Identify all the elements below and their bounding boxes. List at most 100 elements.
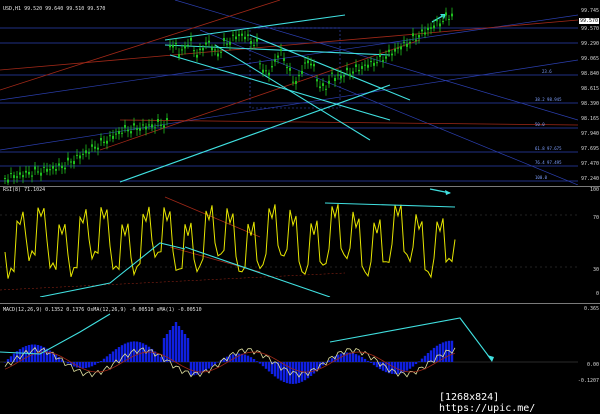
candle-body xyxy=(172,45,174,48)
candle-body xyxy=(397,47,399,49)
candle-body xyxy=(193,50,195,52)
macd-histogram-bar xyxy=(360,357,364,362)
candle-body xyxy=(367,64,369,68)
candle-body xyxy=(418,35,420,38)
macd-histogram-bar xyxy=(93,362,97,365)
rsi-axis: 100 70 30 0 xyxy=(578,187,600,297)
candle-body xyxy=(262,69,264,73)
macd-histogram-bar xyxy=(9,356,13,362)
candle-body xyxy=(157,119,159,122)
rsi-chart xyxy=(0,188,578,297)
candle-body xyxy=(31,175,33,177)
candle-body xyxy=(184,45,186,49)
macd-histogram-bar xyxy=(390,362,394,374)
chart-window: USD,H1 99.520 99.640 99.510 99.570 23.6 3… xyxy=(0,0,600,414)
candle-body xyxy=(229,41,231,45)
macd-histogram-bar xyxy=(414,362,418,365)
macd-panel[interactable]: MACD(12,26,9) 0.1352 0.1376 OsMA(12,26,9… xyxy=(0,304,578,386)
candle-body xyxy=(400,46,402,50)
candle-body xyxy=(361,66,363,69)
candle-body xyxy=(424,32,426,35)
candle-body xyxy=(415,39,417,41)
candle-body xyxy=(43,166,45,168)
macd-histogram-bar xyxy=(423,355,427,362)
axis-tick-label: 98.165 xyxy=(580,116,599,122)
macd-histogram-bar xyxy=(108,353,112,362)
candle-body xyxy=(13,175,15,178)
candle-body xyxy=(355,64,357,67)
macd-histogram-bar xyxy=(63,361,67,362)
macd-histogram-bar xyxy=(210,362,214,367)
candle-body xyxy=(430,27,432,29)
candle-body xyxy=(166,118,168,121)
candle-body xyxy=(451,13,453,17)
candle-body xyxy=(310,63,312,66)
axis-tick-label: 98.390 xyxy=(580,101,599,107)
candle-body xyxy=(445,12,447,16)
macd-histogram-bar xyxy=(366,360,370,362)
candle-body xyxy=(4,178,6,179)
rsi-panel[interactable]: RSI(8) 71.1024 xyxy=(0,187,578,297)
candle-body xyxy=(121,132,123,134)
axis-tick-label: 70 xyxy=(592,215,599,221)
price-panel[interactable]: USD,H1 99.520 99.640 99.510 99.570 23.6 3… xyxy=(0,0,578,185)
rsi-divergence-line xyxy=(324,202,456,208)
candle-body xyxy=(439,23,441,27)
macd-histogram-bar xyxy=(90,362,94,367)
candle-body xyxy=(94,146,96,149)
macd-histogram-bar xyxy=(159,356,163,362)
macd-histogram-bar xyxy=(411,362,415,367)
candle-body xyxy=(253,45,255,47)
fib-level-label: 61.8 97.675 xyxy=(535,146,562,151)
macd-histogram-bar xyxy=(255,361,259,362)
candle-body xyxy=(154,127,156,129)
candle-body xyxy=(175,42,177,45)
wave-trend-line xyxy=(39,242,186,297)
macd-histogram-bar xyxy=(396,362,400,374)
macd-histogram-bar xyxy=(180,330,184,362)
macd-histogram-bar xyxy=(246,355,250,362)
candle-body xyxy=(112,135,114,139)
axis-tick-label: 97.240 xyxy=(580,176,599,182)
candle-body xyxy=(190,37,192,41)
candle-body xyxy=(250,41,252,44)
candle-body xyxy=(118,130,120,134)
candle-body xyxy=(34,166,36,170)
macd-header: MACD(12,26,9) 0.1352 0.1376 OsMA(12,26,9… xyxy=(3,307,202,313)
candle-body xyxy=(265,70,267,72)
axis-tick-label: 100 xyxy=(589,187,599,193)
candle-body xyxy=(280,49,282,51)
candle-body xyxy=(127,129,129,132)
candle-body xyxy=(205,42,207,45)
macd-histogram-bar xyxy=(102,358,106,362)
candle-body xyxy=(10,173,12,175)
axis-tick-label: 99.570 xyxy=(580,26,599,32)
macd-histogram-bar xyxy=(105,356,109,362)
candle-body xyxy=(73,161,75,165)
candle-body xyxy=(304,62,306,64)
candle-body xyxy=(187,44,189,46)
candle-body xyxy=(115,133,117,135)
candle-body xyxy=(235,36,237,40)
macd-histogram-bar xyxy=(177,326,181,362)
candle-body xyxy=(25,170,27,173)
candle-body xyxy=(22,175,24,178)
candle-body xyxy=(124,124,126,128)
macd-histogram-bar xyxy=(357,355,361,362)
candle-body xyxy=(256,38,258,42)
rsi-arrow-head xyxy=(445,190,451,195)
candle-body xyxy=(337,74,339,76)
macd-histogram-bar xyxy=(420,358,424,362)
fib-level-label: 50.0 xyxy=(535,122,545,127)
candle-body xyxy=(49,169,51,171)
candle-body xyxy=(433,25,435,29)
channel-line xyxy=(0,59,578,151)
candle-body xyxy=(46,168,48,172)
candle-body xyxy=(109,135,111,137)
candle-body xyxy=(133,123,135,126)
candle-body xyxy=(328,80,330,84)
fib-level-label: 76.4 97.495 xyxy=(535,160,562,165)
macd-histogram-bar xyxy=(435,345,439,362)
candle-body xyxy=(412,33,414,37)
price-axis: 99.745 99.570 99.290 99.065 98.840 98.615 98.3… xyxy=(578,0,600,185)
